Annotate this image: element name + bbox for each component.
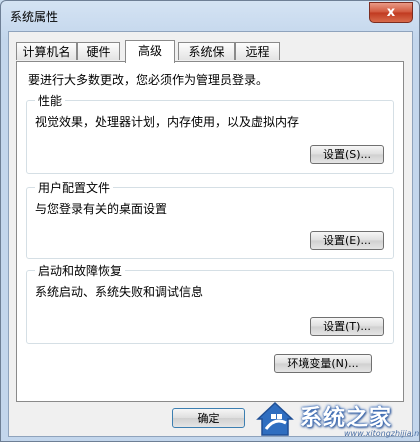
close-button[interactable]: x: [369, 2, 413, 23]
admin-note: 要进行大多数更改，您必须作为管理员登录。: [28, 73, 269, 87]
startup-recovery-description: 系统启动、系统失败和调试信息: [35, 285, 204, 299]
tab-system-protection[interactable]: 系统保护: [178, 42, 235, 77]
performance-title: 性能: [35, 92, 66, 109]
window-title: 系统属性: [10, 10, 59, 24]
user-profiles-title: 用户配置文件: [35, 179, 114, 196]
performance-settings-button[interactable]: 设置(S)...: [310, 145, 384, 164]
environment-variables-button[interactable]: 环境变量(N)...: [274, 354, 372, 373]
watermark-url: www.xitongzhijia.net: [344, 429, 420, 438]
tab-advanced[interactable]: 高级: [125, 40, 175, 63]
startup-recovery-settings-button[interactable]: 设置(T)...: [310, 317, 384, 336]
user-profiles-group: 用户配置文件 与您登录有关的桌面设置 设置(E)...: [26, 179, 394, 259]
watermark-text: 系统之家: [300, 406, 393, 431]
house-logo-icon: [256, 401, 294, 436]
system-properties-window: 系统属性 x 计算机名 硬件 高级 系统保护 远程 要进行大多数更改，您必须作为…: [0, 0, 420, 442]
performance-description: 视觉效果，处理器计划，内存使用，以及虚拟内存: [35, 115, 300, 129]
title-bar[interactable]: 系统属性 x: [1, 1, 419, 31]
site-watermark: 系统之家 www.xitongzhijia.net: [254, 395, 420, 441]
dialog-client-area: 计算机名 硬件 高级 系统保护 远程 要进行大多数更改，您必须作为管理员登录。 …: [8, 31, 413, 437]
tab-computer-name[interactable]: 计算机名: [16, 42, 77, 60]
user-profiles-description: 与您登录有关的桌面设置: [35, 202, 168, 216]
user-profiles-settings-button[interactable]: 设置(E)...: [310, 231, 384, 250]
advanced-tab-panel: 要进行大多数更改，您必须作为管理员登录。 性能 视觉效果，处理器计划，内存使用，…: [16, 61, 404, 402]
close-icon: x: [386, 5, 396, 20]
ok-button[interactable]: 确定: [172, 408, 245, 428]
tab-remote[interactable]: 远程: [235, 42, 280, 60]
tab-hardware[interactable]: 硬件: [77, 42, 120, 60]
performance-group: 性能 视觉效果，处理器计划，内存使用，以及虚拟内存 设置(S)...: [26, 92, 394, 174]
startup-recovery-group: 启动和故障恢复 系统启动、系统失败和调试信息 设置(T)...: [26, 262, 394, 344]
startup-recovery-title: 启动和故障恢复: [35, 262, 126, 279]
